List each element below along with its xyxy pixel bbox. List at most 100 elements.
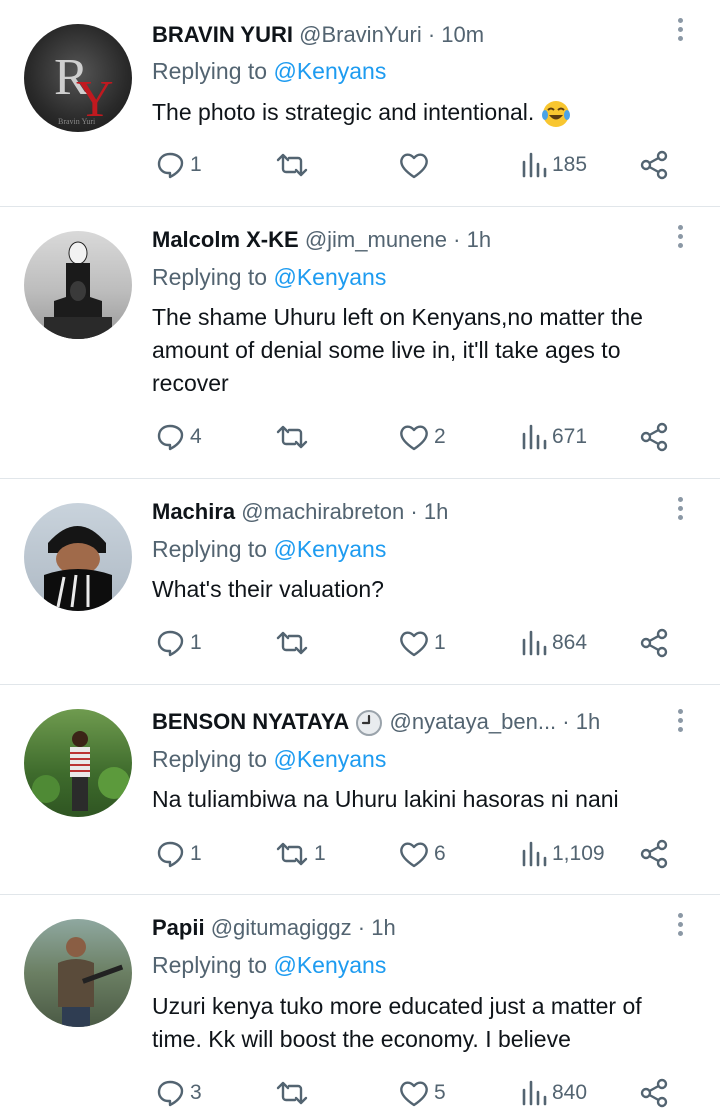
more-options-icon[interactable]	[670, 497, 690, 525]
heart-icon	[400, 153, 428, 179]
timestamp[interactable]: 10m	[441, 22, 484, 47]
views-button[interactable]: 864	[520, 623, 587, 663]
comment-icon	[157, 841, 184, 868]
views-count: 1,109	[552, 842, 605, 865]
views-chart-icon	[522, 424, 547, 450]
share-button[interactable]	[638, 834, 670, 874]
tweet-text: What's their valuation?	[152, 576, 384, 602]
display-name[interactable]: BENSON NYATAYA	[152, 709, 349, 734]
replying-to-label: Replying to	[152, 264, 268, 290]
like-button[interactable]: 5	[398, 1073, 446, 1113]
tweet-text: The photo is strategic and intentional.	[152, 96, 697, 129]
reply-button[interactable]: 4	[156, 417, 202, 457]
comment-icon	[157, 152, 184, 179]
handle[interactable]: @gitumagiggz	[211, 915, 352, 940]
timestamp[interactable]: 1h	[467, 227, 491, 252]
handle[interactable]: @jim_munene	[305, 227, 447, 252]
separator-dot: ·	[410, 499, 418, 524]
tweet-text: Na tuliambiwa na Uhuru lakini hasoras ni…	[152, 786, 619, 812]
replying-to-label: Replying to	[152, 952, 268, 978]
views-chart-icon	[522, 1080, 547, 1106]
views-chart-icon	[522, 630, 547, 656]
more-options-icon[interactable]	[670, 18, 690, 46]
timestamp[interactable]: 1h	[576, 709, 600, 734]
retweet-button[interactable]	[274, 145, 314, 185]
like-button[interactable]	[398, 145, 434, 185]
more-options-icon[interactable]	[670, 913, 690, 941]
display-name[interactable]: Malcolm X-KE	[152, 227, 299, 252]
game-character-icon	[58, 937, 124, 1027]
heart-icon	[400, 631, 428, 657]
views-count: 864	[552, 631, 588, 654]
views-button[interactable]: 840	[520, 1073, 587, 1113]
mention-link[interactable]: @Kenyans	[273, 536, 386, 562]
tweet-actions: 1 185	[152, 145, 692, 185]
comment-icon	[157, 630, 184, 657]
like-button[interactable]: 6	[398, 834, 446, 874]
tweet-text: The shame Uhuru left on Kenyans,no matte…	[152, 304, 643, 396]
retweet-count: 1	[314, 842, 326, 865]
tweet[interactable]: R Y Bravin Yuri BRAVIN YURI @BravinYuri …	[0, 0, 720, 207]
reply-count: 1	[190, 842, 202, 865]
separator-dot: ·	[427, 22, 436, 47]
display-name[interactable]: Machira	[152, 499, 235, 524]
mention-link[interactable]: @Kenyans	[273, 264, 386, 290]
display-name[interactable]: Papii	[152, 915, 205, 940]
tweet-header: Machira @machirabreton · 1h	[152, 499, 448, 525]
tweet[interactable]: Papii @gitumagiggz · 1h Replying to @Ken…	[0, 895, 720, 1112]
share-button[interactable]	[638, 623, 670, 663]
retweet-button[interactable]: 1	[274, 834, 326, 874]
views-button[interactable]: 185	[520, 145, 587, 185]
share-button[interactable]	[638, 1073, 670, 1113]
mention-link[interactable]: @Kenyans	[273, 952, 386, 978]
like-button[interactable]: 1	[398, 623, 446, 663]
retweet-icon	[276, 1081, 308, 1105]
handle[interactable]: @BravinYuri	[299, 22, 422, 47]
tweet-actions: 1 1 6 1,109	[152, 834, 692, 874]
more-options-icon[interactable]	[670, 225, 690, 253]
tweet[interactable]: Malcolm X-KE @jim_munene · 1h Replying t…	[0, 207, 720, 479]
handle[interactable]: @machirabreton	[241, 499, 404, 524]
like-button[interactable]: 2	[398, 417, 446, 457]
replying-to: Replying to @Kenyans	[152, 536, 386, 563]
tweet[interactable]: BENSON NYATAYA @nyataya_ben... · 1h Repl…	[0, 685, 720, 895]
tweet-text-content: The photo is strategic and intentional.	[152, 99, 535, 125]
views-chart-icon	[522, 152, 547, 178]
avatar[interactable]	[24, 231, 132, 339]
svg-text:Bravin Yuri: Bravin Yuri	[58, 117, 96, 126]
reply-button[interactable]: 3	[156, 1073, 202, 1113]
more-options-icon[interactable]	[670, 709, 690, 737]
views-chart-icon	[522, 841, 547, 867]
timestamp[interactable]: 1h	[371, 915, 395, 940]
reply-button[interactable]: 1	[156, 623, 202, 663]
avatar[interactable]	[24, 919, 132, 1027]
clock-emoji-icon	[356, 710, 383, 737]
like-count: 5	[434, 1081, 446, 1104]
mention-link[interactable]: @Kenyans	[273, 58, 386, 84]
heart-icon	[400, 1081, 428, 1107]
timestamp[interactable]: 1h	[424, 499, 448, 524]
mention-link[interactable]: @Kenyans	[273, 746, 386, 772]
tweet-actions: 4 2 671	[152, 417, 692, 457]
tweet[interactable]: Machira @machirabreton · 1h Replying to …	[0, 479, 720, 685]
share-button[interactable]	[638, 145, 670, 185]
reply-button[interactable]: 1	[156, 834, 202, 874]
reply-button[interactable]: 1	[156, 145, 202, 185]
share-icon	[640, 150, 668, 180]
views-button[interactable]: 671	[520, 417, 587, 457]
like-count: 1	[434, 631, 446, 654]
share-icon	[640, 422, 668, 452]
retweet-button[interactable]	[274, 417, 314, 457]
beanie-man-icon	[44, 526, 112, 611]
separator-dot: ·	[562, 709, 570, 734]
avatar[interactable]	[24, 503, 132, 611]
handle[interactable]: @nyataya_ben...	[390, 709, 557, 734]
retweet-button[interactable]	[274, 1073, 314, 1113]
display-name[interactable]: BRAVIN YURI	[152, 22, 293, 47]
retweet-button[interactable]	[274, 623, 314, 663]
avatar[interactable]: R Y Bravin Yuri	[24, 24, 132, 132]
tweet-actions: 1 1 864	[152, 623, 692, 663]
share-button[interactable]	[638, 417, 670, 457]
avatar[interactable]	[24, 709, 132, 817]
views-button[interactable]: 1,109	[520, 834, 605, 874]
